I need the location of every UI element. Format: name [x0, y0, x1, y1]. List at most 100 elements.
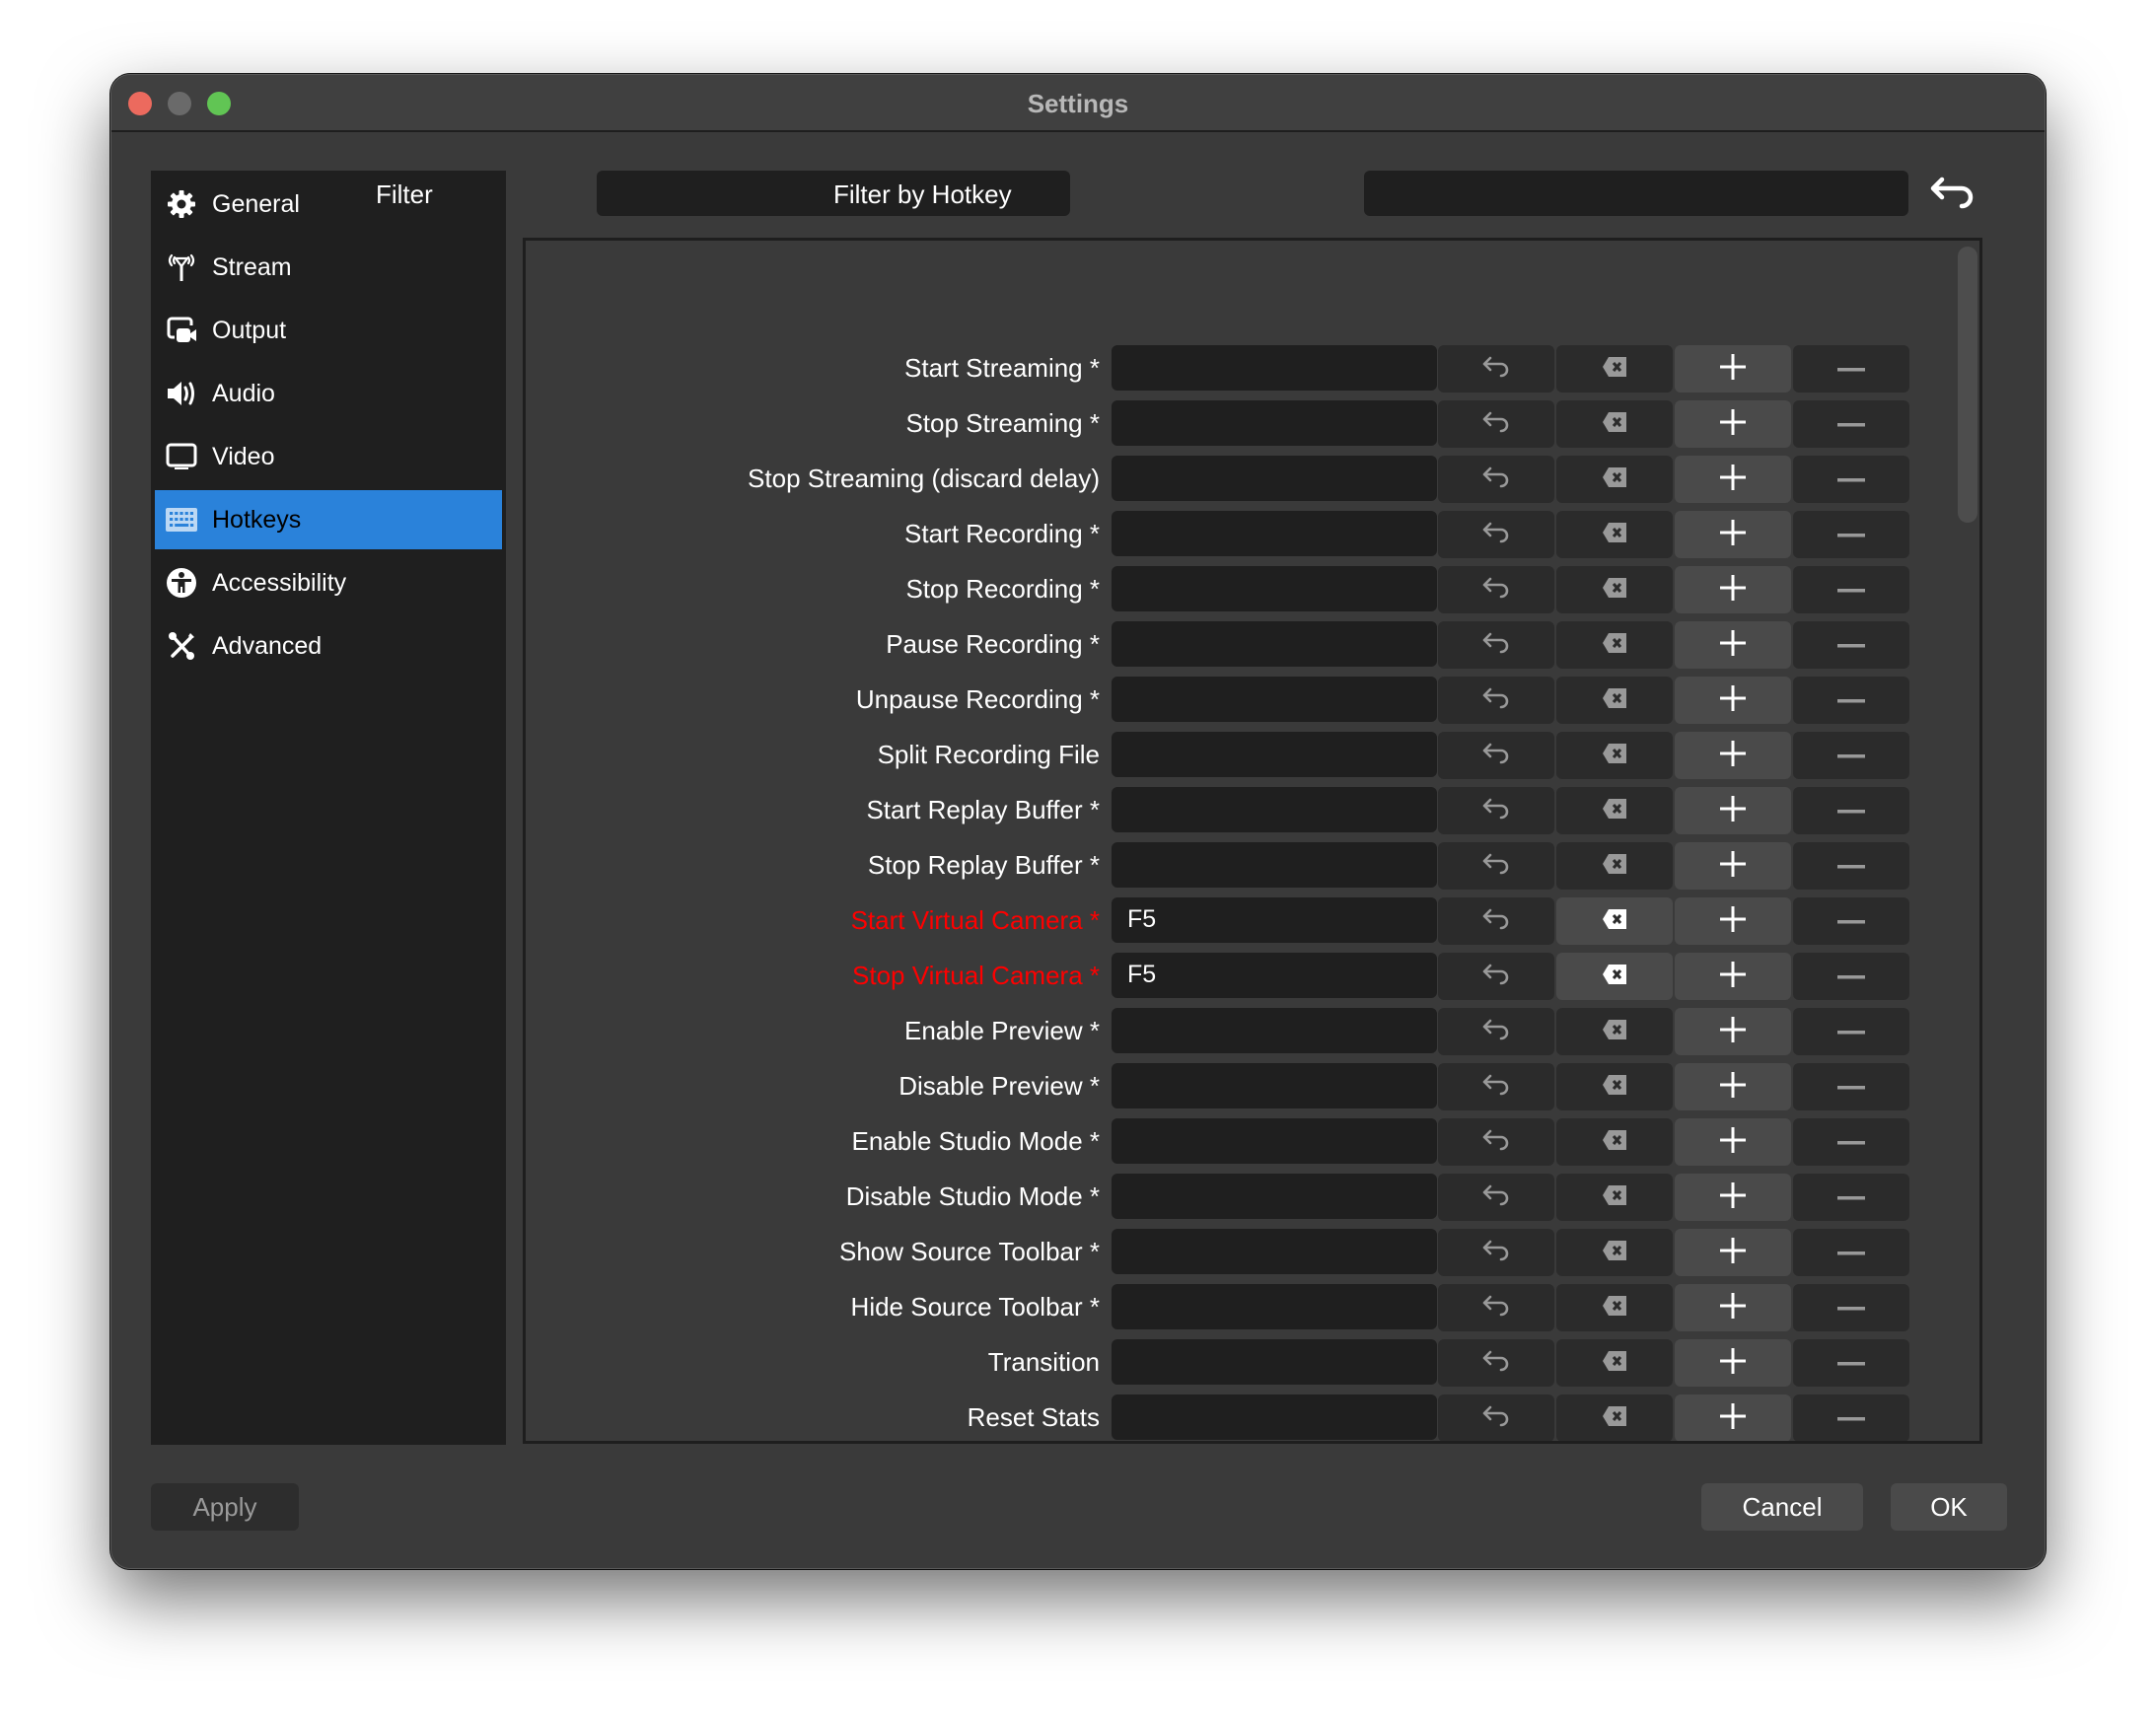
hotkey-key-field[interactable] [1112, 1394, 1437, 1440]
clear-hotkey-button[interactable] [1556, 1008, 1673, 1055]
clear-hotkey-button[interactable] [1556, 1229, 1673, 1276]
add-hotkey-button[interactable] [1675, 897, 1791, 945]
remove-hotkey-button[interactable] [1793, 1118, 1909, 1166]
hotkey-key-field[interactable]: F5 [1112, 953, 1437, 998]
revert-hotkey-button[interactable] [1438, 621, 1554, 669]
filter-by-hotkey-input[interactable] [1364, 171, 1908, 216]
hotkey-key-field[interactable] [1112, 1229, 1437, 1274]
clear-hotkey-button[interactable] [1556, 732, 1673, 779]
add-hotkey-button[interactable] [1675, 511, 1791, 558]
revert-hotkey-button[interactable] [1438, 677, 1554, 724]
hotkey-key-field[interactable] [1112, 345, 1437, 391]
add-hotkey-button[interactable] [1675, 566, 1791, 613]
hotkey-key-field[interactable] [1112, 456, 1437, 501]
sidebar-item-video[interactable]: Video [155, 427, 502, 486]
remove-hotkey-button[interactable] [1793, 511, 1909, 558]
cancel-button[interactable]: Cancel [1701, 1483, 1863, 1531]
remove-hotkey-button[interactable] [1793, 1063, 1909, 1110]
sidebar-item-hotkeys[interactable]: Hotkeys [155, 490, 502, 549]
add-hotkey-button[interactable] [1675, 787, 1791, 834]
remove-hotkey-button[interactable] [1793, 897, 1909, 945]
sidebar-item-stream[interactable]: Stream [155, 238, 502, 297]
ok-button[interactable]: OK [1891, 1483, 2007, 1531]
remove-hotkey-button[interactable] [1793, 621, 1909, 669]
revert-hotkey-button[interactable] [1438, 1284, 1554, 1331]
sidebar-item-audio[interactable]: Audio [155, 364, 502, 423]
remove-hotkey-button[interactable] [1793, 1229, 1909, 1276]
remove-hotkey-button[interactable] [1793, 566, 1909, 613]
clear-hotkey-button[interactable] [1556, 1063, 1673, 1110]
clear-hotkey-button[interactable] [1556, 1118, 1673, 1166]
clear-hotkey-button[interactable] [1556, 621, 1673, 669]
add-hotkey-button[interactable] [1675, 1118, 1791, 1166]
clear-hotkey-button[interactable] [1556, 1339, 1673, 1387]
remove-hotkey-button[interactable] [1793, 953, 1909, 1000]
revert-hotkey-button[interactable] [1438, 566, 1554, 613]
clear-hotkey-button[interactable] [1556, 953, 1673, 1000]
revert-hotkey-button[interactable] [1438, 842, 1554, 890]
revert-hotkey-button[interactable] [1438, 345, 1554, 393]
revert-hotkey-button[interactable] [1438, 400, 1554, 448]
clear-hotkey-button[interactable] [1556, 345, 1673, 393]
hotkey-key-field[interactable] [1112, 566, 1437, 611]
clear-hotkey-button[interactable] [1556, 787, 1673, 834]
clear-hotkey-button[interactable] [1556, 1174, 1673, 1221]
clear-hotkey-button[interactable] [1556, 511, 1673, 558]
revert-hotkey-button[interactable] [1438, 1118, 1554, 1166]
add-hotkey-button[interactable] [1675, 732, 1791, 779]
remove-hotkey-button[interactable] [1793, 842, 1909, 890]
add-hotkey-button[interactable] [1675, 1008, 1791, 1055]
add-hotkey-button[interactable] [1675, 400, 1791, 448]
remove-hotkey-button[interactable] [1793, 345, 1909, 393]
clear-hotkey-button[interactable] [1556, 456, 1673, 503]
hotkey-key-field[interactable] [1112, 1339, 1437, 1385]
remove-hotkey-button[interactable] [1793, 1008, 1909, 1055]
remove-hotkey-button[interactable] [1793, 1339, 1909, 1387]
revert-hotkey-button[interactable] [1438, 787, 1554, 834]
add-hotkey-button[interactable] [1675, 1063, 1791, 1110]
add-hotkey-button[interactable] [1675, 1394, 1791, 1441]
add-hotkey-button[interactable] [1675, 953, 1791, 1000]
revert-hotkey-button[interactable] [1438, 1394, 1554, 1441]
sidebar-item-output[interactable]: Output [155, 301, 502, 360]
revert-hotkey-button[interactable] [1438, 897, 1554, 945]
add-hotkey-button[interactable] [1675, 1229, 1791, 1276]
clear-hotkey-button[interactable] [1556, 677, 1673, 724]
hotkey-key-field[interactable] [1112, 1063, 1437, 1108]
clear-hotkey-button[interactable] [1556, 842, 1673, 890]
clear-hotkey-button[interactable] [1556, 400, 1673, 448]
revert-hotkey-button[interactable] [1438, 1063, 1554, 1110]
add-hotkey-button[interactable] [1675, 456, 1791, 503]
hotkey-key-field[interactable] [1112, 732, 1437, 777]
add-hotkey-button[interactable] [1675, 842, 1791, 890]
remove-hotkey-button[interactable] [1793, 787, 1909, 834]
scrollbar-thumb[interactable] [1958, 247, 1977, 523]
add-hotkey-button[interactable] [1675, 1339, 1791, 1387]
revert-hotkey-button[interactable] [1438, 1339, 1554, 1387]
hotkey-key-field[interactable] [1112, 677, 1437, 722]
hotkey-key-field[interactable] [1112, 1118, 1437, 1164]
revert-hotkey-button[interactable] [1438, 1008, 1554, 1055]
sidebar-item-accessibility[interactable]: Accessibility [155, 553, 502, 612]
clear-hotkey-button[interactable] [1556, 1284, 1673, 1331]
hotkey-key-field[interactable] [1112, 842, 1437, 888]
remove-hotkey-button[interactable] [1793, 677, 1909, 724]
revert-hotkey-button[interactable] [1438, 1174, 1554, 1221]
add-hotkey-button[interactable] [1675, 1284, 1791, 1331]
hotkey-key-field[interactable] [1112, 1174, 1437, 1219]
add-hotkey-button[interactable] [1675, 677, 1791, 724]
add-hotkey-button[interactable] [1675, 1174, 1791, 1221]
clear-hotkey-button[interactable] [1556, 897, 1673, 945]
remove-hotkey-button[interactable] [1793, 400, 1909, 448]
remove-hotkey-button[interactable] [1793, 1174, 1909, 1221]
hotkey-key-field[interactable] [1112, 621, 1437, 667]
hotkey-key-field[interactable] [1112, 511, 1437, 556]
apply-button[interactable]: Apply [151, 1483, 299, 1531]
clear-hotkey-button[interactable] [1556, 566, 1673, 613]
remove-hotkey-button[interactable] [1793, 732, 1909, 779]
hotkey-key-field[interactable] [1112, 1284, 1437, 1329]
sidebar-item-general[interactable]: General [155, 175, 502, 234]
revert-hotkey-button[interactable] [1438, 511, 1554, 558]
add-hotkey-button[interactable] [1675, 345, 1791, 393]
remove-hotkey-button[interactable] [1793, 1284, 1909, 1331]
